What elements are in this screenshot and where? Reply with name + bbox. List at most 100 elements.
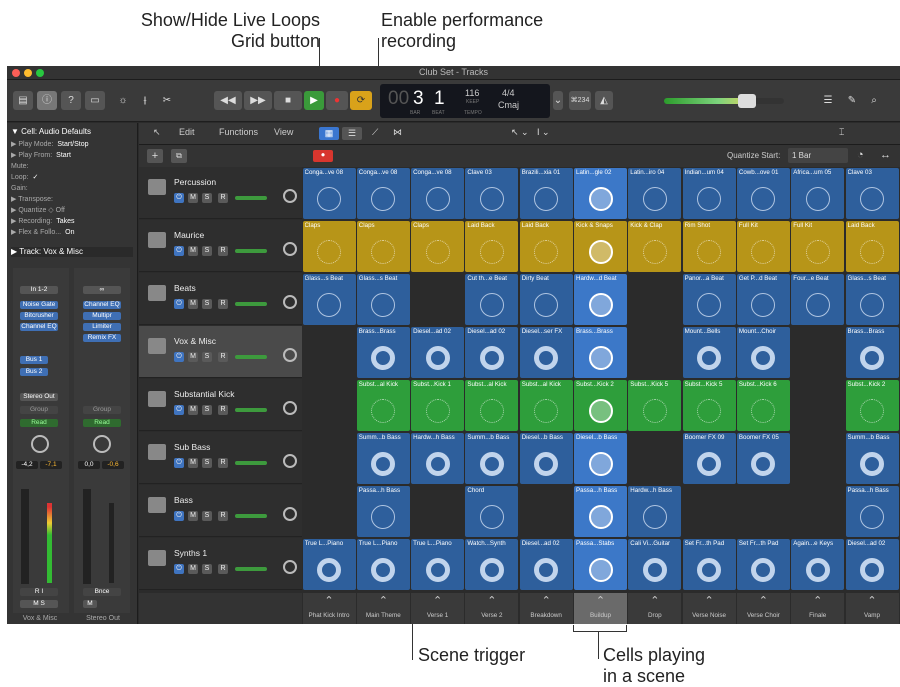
loop-cell[interactable]: Subst...Kick 5 — [682, 380, 736, 431]
loop-cell[interactable]: Summ...b Bass — [465, 433, 519, 484]
plugin-slot[interactable]: Limiter — [83, 323, 121, 331]
automation-read-right[interactable]: Read — [83, 419, 121, 427]
track-header[interactable]: Bass ⏻ M S R — [139, 485, 302, 537]
power-button[interactable]: ⏻ — [174, 458, 184, 468]
power-button[interactable]: ⏻ — [174, 511, 184, 521]
loop-cell[interactable]: Hardw...h Bass — [628, 486, 682, 537]
record-enable-button[interactable]: R — [218, 299, 228, 309]
mute-button[interactable]: M — [188, 246, 198, 256]
track-header[interactable]: Substantial Kick ⏻ M S R — [139, 379, 302, 431]
loop-cell[interactable]: Kick & Snaps — [574, 221, 627, 272]
scene-trigger[interactable]: ⌃ Verse 1 — [411, 593, 465, 624]
plugin-slot[interactable]: Remix FX — [83, 334, 121, 342]
volume-fader[interactable] — [235, 567, 267, 571]
functions-menu[interactable]: Functions — [219, 127, 258, 137]
add-track-button[interactable]: + — [147, 149, 163, 163]
input-slot[interactable]: In 1-2 — [20, 286, 58, 294]
loop-cell[interactable]: Conga...ve 08 — [411, 168, 465, 219]
inspector-row[interactable]: ▶ Flex & Follo... On — [11, 228, 133, 238]
record-input-buttons[interactable]: R I — [20, 588, 58, 596]
inspector-row[interactable]: ▶ Play Mode: Start/Stop — [11, 140, 133, 150]
empty-cell[interactable] — [791, 380, 844, 431]
volume-fader[interactable] — [235, 408, 267, 412]
loop-cell[interactable]: Summ...b Bass — [845, 433, 899, 484]
loop-cell[interactable]: Passa...h Bass — [574, 486, 627, 537]
plugin-slot[interactable]: Bitcrusher — [20, 312, 58, 320]
mute-button[interactable]: M — [188, 352, 198, 362]
zoom-icon[interactable]: ⌶ — [839, 127, 844, 138]
pointer-tool-icon[interactable]: ↖ ⌄ — [511, 127, 529, 138]
record-enable-button[interactable]: R — [218, 352, 228, 362]
loop-cell[interactable]: True L...Piano — [411, 539, 465, 590]
volume-fader[interactable] — [235, 196, 267, 200]
loop-cell[interactable]: Subst...Kick 2 — [845, 380, 899, 431]
empty-cell[interactable] — [628, 327, 681, 378]
play-button[interactable]: ▶ — [304, 91, 324, 110]
loop-cell[interactable]: Claps — [356, 221, 410, 272]
power-button[interactable]: ⏻ — [174, 564, 184, 574]
track-inspector-header[interactable]: ▶ Track: Vox & Misc — [11, 247, 133, 257]
inspector-row[interactable]: Loop: ✓ — [11, 173, 133, 183]
loop-cell[interactable]: Diesel...ser FX — [519, 327, 573, 378]
loop-cell[interactable]: Dirty Beat — [519, 274, 573, 325]
loop-cell[interactable]: Get P...d Beat — [736, 274, 790, 325]
loop-cell[interactable]: Mount...Bells — [682, 327, 736, 378]
pan-knob-left[interactable] — [31, 435, 49, 453]
scene-trigger[interactable]: ⌃ Buildup — [574, 593, 627, 624]
count-in-button[interactable]: ⌘234 — [569, 91, 591, 110]
live-loops-grid-button[interactable]: ▦ — [319, 127, 339, 140]
solo-button[interactable]: S — [202, 352, 212, 362]
loop-cell[interactable]: Full Kit — [736, 221, 790, 272]
lcd-display[interactable]: 00 3 1 BAR BEAT 116 KEEP TEMPO 4/4 Cmaj — [380, 84, 550, 118]
empty-cell[interactable] — [791, 433, 844, 484]
mute-solo-left[interactable]: M S — [20, 600, 58, 608]
empty-cell[interactable] — [628, 433, 681, 484]
loop-cell[interactable]: Cali Vi...Guitar — [628, 539, 682, 590]
output-slot[interactable]: Stereo Out — [20, 393, 58, 401]
inspector-row[interactable]: ▶ Quantize ◇ Off — [11, 206, 133, 216]
metronome-icon[interactable]: ◭ — [595, 91, 613, 110]
volume-fader[interactable] — [235, 249, 267, 253]
loop-cell[interactable]: True L...Piano — [356, 539, 410, 590]
smart-controls-icon[interactable]: ☼ — [115, 91, 131, 110]
record-enable-button[interactable]: R — [218, 193, 228, 203]
track-header[interactable]: Beats ⏻ M S R — [139, 273, 302, 325]
loop-cell[interactable]: Latin...gle 02 — [574, 168, 627, 219]
volume-fader[interactable] — [235, 514, 267, 518]
plugin-slot[interactable]: Multipr — [83, 312, 121, 320]
loop-cell[interactable]: Boomer FX 09 — [682, 433, 736, 484]
track-options-button[interactable]: ⧉ — [171, 149, 187, 163]
solo-button[interactable]: S — [202, 246, 212, 256]
group-slot-left[interactable]: Group — [20, 406, 58, 414]
solo-button[interactable]: S — [202, 511, 212, 521]
record-enable-button[interactable]: R — [218, 564, 228, 574]
mute-right[interactable]: M — [83, 600, 97, 608]
loop-cell[interactable]: Mount...Choir — [736, 327, 790, 378]
text-tool-icon[interactable]: I ⌄ — [537, 127, 550, 138]
volume-fader[interactable] — [235, 461, 267, 465]
master-volume-knob[interactable] — [738, 94, 756, 108]
mute-button[interactable]: M — [188, 564, 198, 574]
volume-fader[interactable] — [235, 302, 267, 306]
pan-knob[interactable] — [283, 242, 297, 256]
solo-button[interactable]: S — [202, 405, 212, 415]
pan-knob[interactable] — [283, 507, 297, 521]
loop-cell[interactable]: Subst...al Kick — [465, 380, 519, 431]
pan-knob[interactable] — [283, 401, 297, 415]
empty-cell[interactable] — [628, 274, 681, 325]
track-header[interactable]: Vox & Misc ⏻ M S R — [139, 326, 302, 378]
inspector-row[interactable]: ▶ Transpose: — [11, 195, 133, 205]
scene-trigger[interactable]: ⌃ Drop — [628, 593, 682, 624]
loop-cell[interactable]: Glass...s Beat — [845, 274, 899, 325]
scene-trigger[interactable]: ⌃ Finale — [791, 593, 845, 624]
record-enable-button[interactable]: R — [218, 405, 228, 415]
loop-cell[interactable]: Kick & Clap — [628, 221, 682, 272]
loop-cell[interactable]: Conga...ve 08 — [356, 168, 410, 219]
loop-cell[interactable]: Laid Back — [519, 221, 573, 272]
master-volume-slider[interactable] — [664, 98, 784, 104]
clock-icon[interactable]: ◔ — [857, 149, 864, 161]
scene-trigger[interactable]: ⌃ Vamp — [845, 593, 899, 624]
inspector-row[interactable]: ▶ Play From: Start — [11, 151, 133, 161]
loop-cell[interactable]: Diesel...ad 02 — [411, 327, 465, 378]
bus-slot[interactable]: Bus 1 — [20, 356, 48, 364]
